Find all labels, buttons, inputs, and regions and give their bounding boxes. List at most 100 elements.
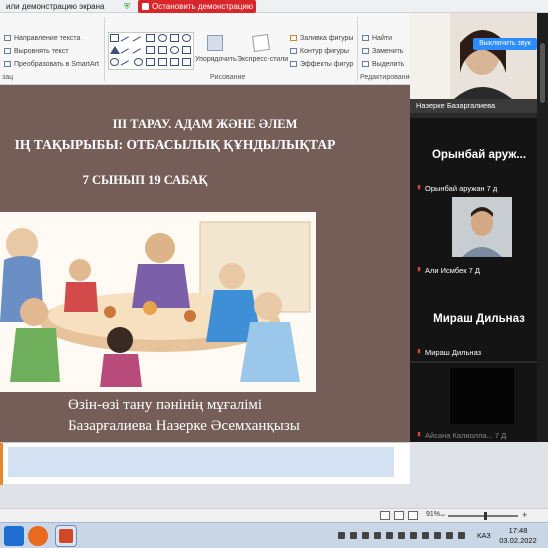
notes-pane[interactable] [0,442,410,485]
circle-shape-icon[interactable] [170,46,179,54]
replace-button[interactable]: Заменить [362,48,403,55]
powerpoint-icon [59,529,73,543]
stop-share-button[interactable]: Остановить демонстрацию [138,0,256,13]
zoom-slider[interactable] [448,515,518,517]
volume-icon[interactable] [458,532,465,539]
participant-tile-host[interactable]: Назерке Базаргалиева [410,13,548,113]
clock[interactable]: 17:48 03.02.2022 [497,526,539,546]
input-language[interactable]: КАЗ [477,531,491,540]
shape-effects-button[interactable]: Эффекты фигур [290,61,353,68]
arrange-icon[interactable] [207,35,223,51]
participant-tile-mirash[interactable]: Мираш Дильназ Мираш Дильназ [410,277,548,361]
participant-tile-orynbai[interactable]: Орынбай аруж... Орынбай аружан 7 д [410,118,548,200]
notes-area[interactable] [8,447,394,477]
rounded-shape-icon[interactable] [182,34,191,42]
powerpoint-taskbar-button[interactable] [55,525,77,547]
arrow-shape-icon[interactable] [158,46,167,54]
participant-name: Назерке Базаргалиева [416,101,496,110]
participant-tile-aisana[interactable]: Айсана Калиолла... 7 Д [410,363,548,442]
tray-app-icon[interactable] [434,532,441,539]
zoom-out-button[interactable]: − [440,510,445,520]
panel-scrollbar[interactable] [537,13,548,442]
brace-shape-icon[interactable] [110,58,119,66]
arrange-label[interactable]: Упорядочить [195,56,237,63]
zoom-slider-thumb[interactable] [484,512,487,520]
textbox-shape-icon[interactable] [110,34,119,42]
rectangle-shape-icon[interactable] [146,34,155,42]
find-label: Найти [372,35,392,42]
quick-styles-icon[interactable] [251,33,271,53]
select-label: Выделить [372,61,405,68]
align-text-label: Выровнять текст [14,48,69,55]
align-text-button[interactable]: Выровнять текст [4,48,69,55]
smartart-button[interactable]: Преобразовать в SmartArt [4,61,99,68]
find-button[interactable]: Найти [362,35,392,42]
scrollbar-thumb[interactable] [540,43,545,103]
stop-icon [142,3,149,10]
clock-date: 03.02.2022 [499,536,537,545]
participants-panel: Назерке Базаргалиева Орынбай аруж... Оры… [410,13,548,442]
shapes-gallery[interactable] [108,32,194,72]
smartart-label: Преобразовать в SmartArt [14,61,99,68]
bracket-shape-icon[interactable] [146,58,155,66]
text-direction-label: Направление текста [14,35,81,42]
normal-view-icon[interactable] [380,511,390,520]
find-icon [362,35,369,41]
tray-app-icon[interactable] [398,532,405,539]
participant-name: Мираш Дильназ [425,348,482,357]
arrow-shape-icon[interactable] [146,46,155,54]
share-title: или демонстрацию экрана [6,2,105,11]
bracket-shape-icon[interactable] [158,58,167,66]
teacher-name-line: Базарғалиева Назерке Әсемханқызы [68,418,300,434]
tray-app-icon[interactable] [386,532,393,539]
effects-icon [290,61,297,67]
replace-icon [362,48,369,54]
host-video [410,13,548,99]
shape-fill-button[interactable]: Заливка фигуры [290,35,353,42]
paragraph-group-label: зац [2,74,14,81]
mute-audio-button[interactable]: Выключить звук [473,38,537,50]
quick-styles-label[interactable]: Экспресс-стили [237,56,288,63]
bluetooth-icon[interactable] [338,532,345,539]
tray-app-icon[interactable] [374,532,381,539]
star-shape-icon[interactable] [170,58,179,66]
sorter-view-icon[interactable] [394,511,404,520]
triangle-shape-icon[interactable] [110,46,120,54]
reading-view-icon[interactable] [408,511,418,520]
slide-grade-lesson: 7 СЫНЫП 19 САБАҚ [82,173,208,187]
text-direction-button[interactable]: Направление текста [4,35,80,42]
teacher-subject-line: Өзін-өзі тану пәнінің мұғалімі [68,397,263,413]
editing-group-label: Редактирование [360,74,414,81]
tray-app-icon[interactable] [362,532,369,539]
shape-fill-label: Заливка фигуры [300,35,354,42]
line-shape-icon[interactable] [120,36,133,48]
shape-outline-button[interactable]: Контур фигуры [290,48,349,55]
select-button[interactable]: Выделить [362,61,404,68]
ribbon-separator [104,17,105,81]
curve-shape-icon[interactable] [120,60,133,72]
participant-tile-ali[interactable]: Али Исмбек 7 Д [410,195,548,279]
muted-mic-icon [417,267,421,272]
participant-big-name: Мираш Дильназ [433,313,525,325]
tray-app-icon[interactable] [410,532,417,539]
more-shapes-icon[interactable] [182,58,191,66]
tray-app-icon[interactable] [350,532,357,539]
start-icon[interactable] [4,526,24,546]
participant-name-row: Али Исмбек 7 Д [416,266,480,275]
participant-name-row: Айсана Калиолла... 7 Д [416,431,506,440]
align-text-icon [4,48,11,54]
line-shape-icon[interactable] [132,48,145,60]
line-shape-icon[interactable] [132,36,145,48]
drawing-group-label: Рисование [210,74,246,81]
zoom-level[interactable]: 91% [426,511,440,518]
ribbon: Направление текста Выровнять текст Преоб… [0,13,414,85]
tray-app-icon[interactable] [422,532,429,539]
zoom-in-button[interactable]: + [522,510,527,520]
network-icon[interactable] [446,532,453,539]
line-shape-icon[interactable] [120,48,133,60]
rectangle-shape-icon[interactable] [170,34,179,42]
replace-label: Заменить [372,48,404,55]
firefox-icon[interactable] [28,526,48,546]
star-shape-icon[interactable] [182,46,191,54]
oval-shape-icon[interactable] [158,34,167,42]
